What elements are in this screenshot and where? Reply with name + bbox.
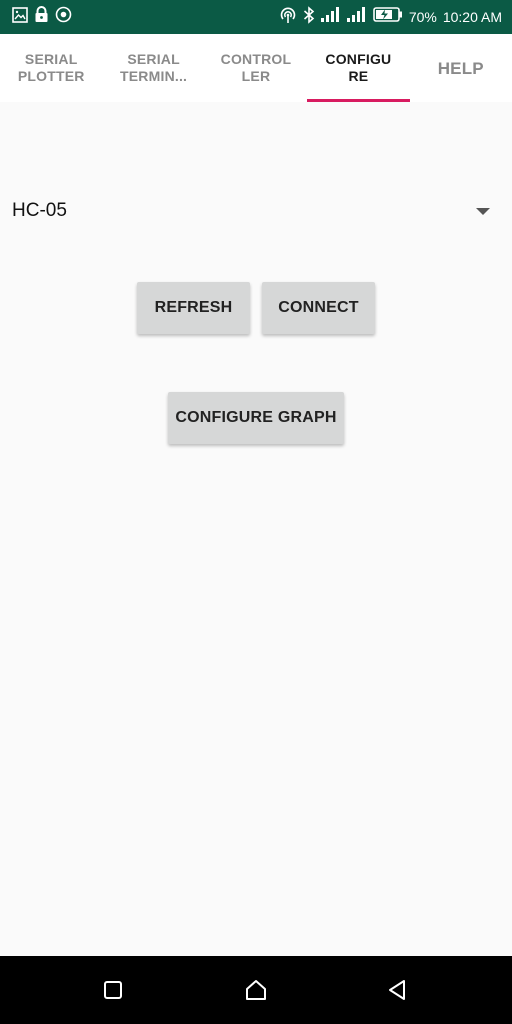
tab-serial-plotter[interactable]: SERIAL PLOTTER: [0, 34, 102, 102]
status-bar-right: 70% 10:20 AM: [273, 5, 502, 29]
bluetooth-icon: [303, 5, 315, 29]
tab-serial-terminal[interactable]: SERIAL TERMIN...: [102, 34, 204, 102]
tab-label: SERIAL PLOTTER: [17, 51, 85, 84]
configure-panel: HC-05 REFRESH CONNECT CONFIGURE GRAPH: [0, 102, 512, 956]
home-icon[interactable]: [236, 970, 276, 1010]
signal-icon: [320, 7, 341, 27]
dropdown-arrow-icon: [476, 207, 490, 215]
tab-help[interactable]: HELP: [410, 34, 512, 102]
battery-charging-icon: [373, 7, 403, 27]
connect-button[interactable]: CONNECT: [262, 282, 375, 334]
configure-graph-button[interactable]: CONFIGURE GRAPH: [168, 392, 344, 444]
device-spinner-value: HC-05: [12, 200, 67, 221]
sync-icon: [55, 6, 72, 28]
hotspot-icon: [279, 6, 297, 29]
gallery-icon: [12, 6, 28, 28]
back-icon[interactable]: [377, 970, 417, 1010]
tab-controller[interactable]: CONTROL LER: [205, 34, 307, 102]
signal-icon: [346, 7, 367, 27]
status-bar: 70% 10:20 AM: [0, 0, 512, 34]
tab-bar: SERIAL PLOTTER SERIAL TERMIN... CONTROL …: [0, 34, 512, 102]
clock: 10:20 AM: [442, 9, 502, 25]
lock-icon: [34, 6, 49, 28]
battery-percent: 70%: [408, 9, 437, 25]
tab-label: SERIAL TERMIN...: [120, 51, 188, 84]
tab-label: CONTROL LER: [220, 51, 292, 84]
refresh-button[interactable]: REFRESH: [137, 282, 250, 334]
status-bar-left: [12, 6, 78, 28]
device-spinner[interactable]: HC-05: [0, 188, 512, 234]
recent-apps-icon[interactable]: [93, 970, 133, 1010]
tab-label: HELP: [437, 58, 484, 78]
tab-configure[interactable]: CONFIGU RE: [307, 34, 410, 102]
tab-label: CONFIGU RE: [325, 51, 392, 84]
navigation-bar: [0, 956, 512, 1024]
